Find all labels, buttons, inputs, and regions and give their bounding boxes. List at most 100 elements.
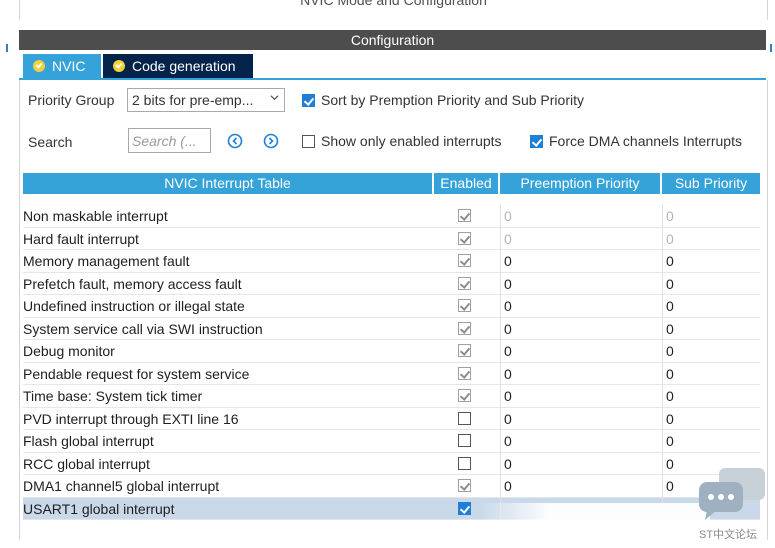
column-header-preemption[interactable]: Preemption Priority <box>500 173 660 194</box>
preemption-priority-cell[interactable]: 0 <box>500 385 660 407</box>
chevron-down-icon <box>270 95 279 101</box>
configuration-title-bar: Configuration <box>19 30 766 50</box>
sort-priority-label: Sort by Premption Priority and Sub Prior… <box>321 92 584 108</box>
interrupt-name: Undefined instruction or illegal state <box>23 298 245 314</box>
show-enabled-checkbox[interactable] <box>302 135 315 148</box>
preemption-priority-cell[interactable]: 0 <box>500 430 660 452</box>
table-row[interactable]: Non maskable interrupt 0 0 <box>23 205 760 228</box>
table-row[interactable]: DMA1 channel5 global interrupt 0 0 <box>23 475 760 498</box>
tab-bar: NVIC Code generation <box>19 51 766 80</box>
sub-priority-cell[interactable]: 0 <box>662 317 760 340</box>
sort-priority-checkbox[interactable] <box>302 94 315 107</box>
table-row[interactable]: Debug monitor 0 0 <box>23 340 760 363</box>
enabled-cell <box>434 430 498 452</box>
interrupt-name: DMA1 channel5 global interrupt <box>23 478 220 494</box>
show-enabled-label: Show only enabled interrupts <box>321 133 502 149</box>
preemption-priority-cell[interactable]: 0 <box>500 227 660 250</box>
sub-priority-cell[interactable]: 0 <box>662 272 760 295</box>
enabled-cell <box>434 340 498 362</box>
column-header-name[interactable]: NVIC Interrupt Table <box>23 173 432 194</box>
sub-priority-cell[interactable]: 0 <box>662 340 760 362</box>
nvic-table-body: Non maskable interrupt 0 0 Hard fault inter… <box>23 205 760 520</box>
tab-nvic[interactable]: NVIC <box>23 54 101 78</box>
table-row[interactable]: Undefined instruction or illegal state 0 0 <box>23 295 760 318</box>
selection-overlay <box>480 503 710 523</box>
tab-code-generation-label: Code generation <box>132 58 236 74</box>
sub-priority-cell[interactable]: 0 <box>662 407 760 430</box>
table-row[interactable]: Time base: System tick timer 0 0 <box>23 385 760 408</box>
enabled-checkbox <box>458 209 471 222</box>
preemption-priority-cell[interactable]: 0 <box>500 340 660 362</box>
watermark-text: ST中文论坛 <box>699 529 758 541</box>
priority-group-select[interactable]: 2 bits for pre-emp... <box>127 88 285 112</box>
enabled-checkbox <box>458 389 471 402</box>
force-dma-label: Force DMA channels Interrupts <box>549 133 742 149</box>
enabled-checkbox <box>458 366 471 380</box>
sub-priority-cell[interactable]: 0 <box>662 362 760 385</box>
interrupt-name: Memory management fault <box>23 253 190 269</box>
sub-priority-cell[interactable]: 0 <box>662 205 760 227</box>
enabled-checkbox[interactable] <box>458 434 471 447</box>
enabled-checkbox[interactable] <box>458 456 471 470</box>
mode-header: NVIC Mode and Configuration <box>19 0 768 20</box>
enabled-cell <box>434 205 498 227</box>
enabled-checkbox <box>458 254 471 267</box>
enabled-checkbox <box>458 276 471 290</box>
interrupt-name: USART1 global interrupt <box>23 500 175 517</box>
sub-priority-cell[interactable]: 0 <box>662 250 760 272</box>
check-circle-icon <box>33 60 45 72</box>
nvic-table-header: NVIC Interrupt Table Enabled Preemption … <box>23 173 760 194</box>
search-input[interactable] <box>128 128 211 153</box>
splitter-marker-right <box>770 44 772 52</box>
priority-group-value: 2 bits for pre-emp... <box>132 92 254 108</box>
table-row[interactable]: System service call via SWI instruction 0… <box>23 317 760 340</box>
enabled-cell <box>434 228 498 250</box>
column-header-sub-priority[interactable]: Sub Priority <box>662 173 760 194</box>
preemption-priority-cell[interactable]: 0 <box>500 317 660 340</box>
table-row[interactable]: Flash global interrupt 0 0 <box>23 430 760 453</box>
interrupt-name: Flash global interrupt <box>23 433 154 449</box>
sub-priority-cell[interactable]: 0 <box>662 385 760 407</box>
mode-title: NVIC Mode and Configuration <box>300 0 487 8</box>
enabled-checkbox[interactable] <box>458 411 471 425</box>
force-dma-checkbox[interactable] <box>530 135 543 148</box>
preemption-priority-cell[interactable]: 0 <box>500 362 660 385</box>
enabled-checkbox <box>458 321 471 335</box>
enabled-cell <box>434 363 498 385</box>
enabled-cell <box>434 475 498 497</box>
preemption-priority-cell[interactable]: 0 <box>500 475 660 497</box>
table-row[interactable]: Pendable request for system service 0 0 <box>23 362 760 385</box>
sub-priority-cell[interactable]: 0 <box>662 295 760 317</box>
interrupt-name: Time base: System tick timer <box>23 388 203 404</box>
enabled-cell <box>434 453 498 475</box>
enabled-cell <box>434 408 498 430</box>
column-header-enabled[interactable]: Enabled <box>434 173 498 194</box>
enabled-checkbox <box>458 344 471 357</box>
sub-priority-cell[interactable]: 0 <box>662 430 760 452</box>
table-row[interactable]: Hard fault interrupt 0 0 <box>23 227 760 250</box>
preemption-priority-cell[interactable]: 0 <box>500 205 660 227</box>
table-row[interactable]: PVD interrupt through EXTI line 16 0 0 <box>23 407 760 430</box>
enabled-checkbox <box>458 231 471 245</box>
preemption-priority-cell[interactable]: 0 <box>500 407 660 430</box>
search-previous-icon[interactable] <box>227 133 243 149</box>
priority-group-label: Priority Group <box>28 92 115 108</box>
enabled-checkbox[interactable] <box>458 501 471 515</box>
interrupt-name: Debug monitor <box>23 343 115 359</box>
preemption-priority-cell[interactable]: 0 <box>500 250 660 272</box>
table-row[interactable]: RCC global interrupt 0 0 <box>23 452 760 475</box>
interrupt-name: RCC global interrupt <box>23 455 150 472</box>
forum-chat-icon <box>699 468 765 520</box>
sub-priority-cell[interactable]: 0 <box>662 227 760 250</box>
interrupt-name: Pendable request for system service <box>23 365 250 382</box>
interrupt-name: Prefetch fault, memory access fault <box>23 275 242 292</box>
enabled-cell <box>434 385 498 407</box>
preemption-priority-cell[interactable]: 0 <box>500 295 660 317</box>
table-row[interactable]: Prefetch fault, memory access fault 0 0 <box>23 272 760 295</box>
tab-code-generation[interactable]: Code generation <box>103 54 253 78</box>
table-row[interactable]: Memory management fault 0 0 <box>23 250 760 273</box>
search-label: Search <box>28 134 73 150</box>
preemption-priority-cell[interactable]: 0 <box>500 452 660 475</box>
search-next-icon[interactable] <box>263 133 279 149</box>
preemption-priority-cell[interactable]: 0 <box>500 272 660 295</box>
